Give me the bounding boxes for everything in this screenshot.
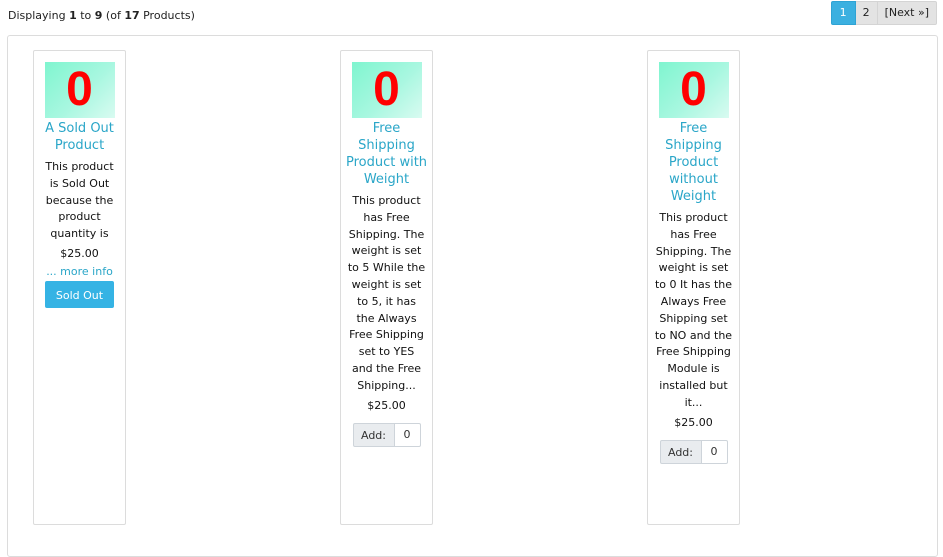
product-card: 0 Free Shipping Product with Weight This… <box>340 50 433 525</box>
product-name-link[interactable]: A Sold Out Product <box>38 120 121 154</box>
sold-out-button[interactable]: Sold Out <box>45 280 114 308</box>
product-card: 0 A Sold Out Product This product is Sol… <box>33 50 126 525</box>
listing-header: Displaying 1 to 9 (of 17 Products) 1 2 [… <box>0 0 943 30</box>
product-image-digit: 0 <box>680 63 707 116</box>
add-to-cart-group: Add: <box>648 439 739 464</box>
add-button[interactable]: Add: <box>352 422 395 447</box>
more-info-link[interactable]: ... more info <box>34 265 125 279</box>
product-count-text: Displaying 1 to 9 (of 17 Products) <box>8 9 195 22</box>
count-suffix: Products) <box>139 9 195 22</box>
add-to-cart-group: Add: <box>341 422 432 447</box>
product-image-digit: 0 <box>373 63 400 116</box>
next-page-button[interactable]: [Next »] <box>877 1 937 25</box>
product-name-link[interactable]: Free Shipping Product without Weight <box>652 120 735 205</box>
product-price: $25.00 <box>674 415 713 429</box>
count-of: (of <box>102 9 125 22</box>
count-prefix: Displaying <box>8 9 70 22</box>
product-price: $25.00 <box>60 246 99 260</box>
product-listing-panel: 0 A Sold Out Product This product is Sol… <box>7 35 938 557</box>
product-description: This product has Free Shipping. The weig… <box>347 194 426 392</box>
quantity-input[interactable] <box>701 439 728 464</box>
product-description: This product is Sold Out because the pro… <box>45 160 114 241</box>
count-total: 17 <box>124 9 140 22</box>
product-image[interactable]: 0 <box>44 62 115 118</box>
product-image[interactable]: 0 <box>351 62 422 118</box>
product-price: $25.00 <box>367 398 406 412</box>
pagination: 1 2 [Next »] <box>830 1 937 25</box>
page-1-button[interactable]: 1 <box>830 1 856 25</box>
quantity-input[interactable] <box>394 422 421 447</box>
add-button[interactable]: Add: <box>659 439 702 464</box>
product-image[interactable]: 0 <box>658 62 729 118</box>
product-card: 0 Free Shipping Product without Weight T… <box>647 50 740 525</box>
product-name-link[interactable]: Free Shipping Product with Weight <box>345 120 428 188</box>
product-description: This product has Free Shipping. The weig… <box>654 211 733 409</box>
product-image-digit: 0 <box>66 63 93 116</box>
page-2-button[interactable]: 2 <box>855 1 878 25</box>
count-from: 1 <box>69 9 77 22</box>
count-to-word: to <box>76 9 95 22</box>
